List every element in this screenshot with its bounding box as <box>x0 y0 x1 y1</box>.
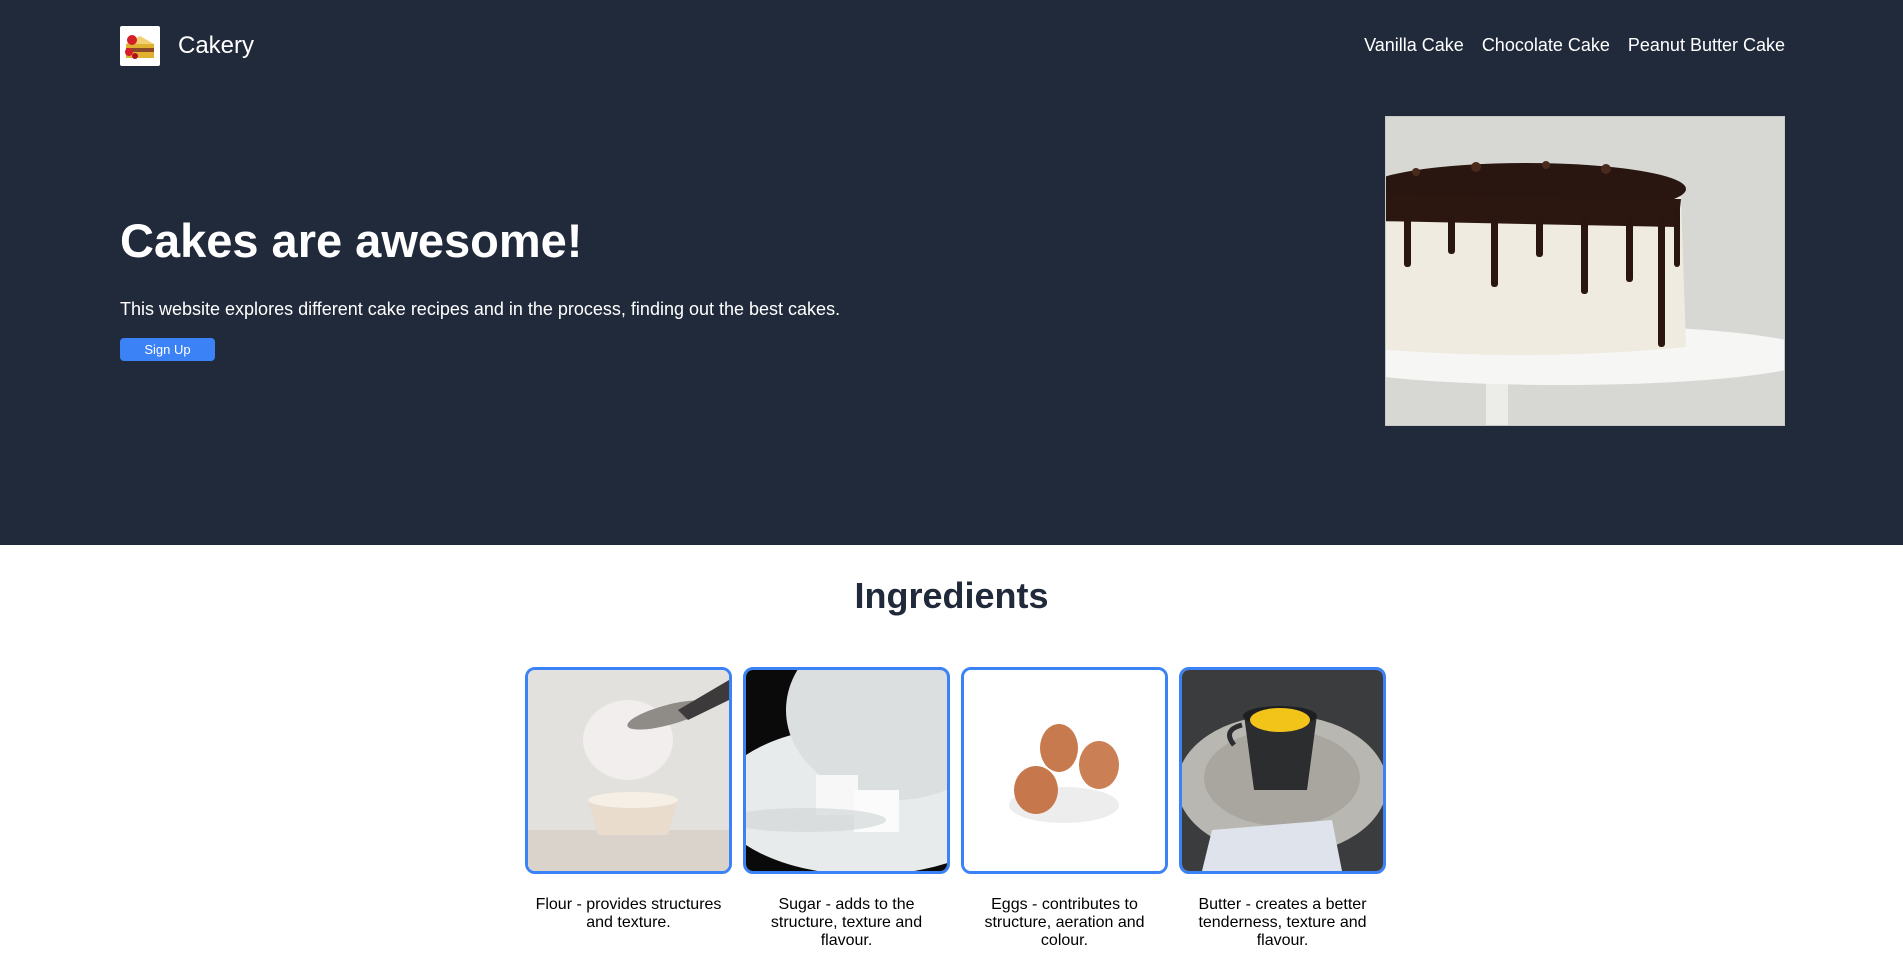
nav-link-chocolate-cake[interactable]: Chocolate Cake <box>1482 35 1610 56</box>
brand-name[interactable]: Cakery <box>178 32 254 60</box>
hero-cake-image <box>1385 116 1785 426</box>
ingredient-caption: Eggs - contributes to structure, aeratio… <box>984 896 1145 949</box>
ingredients-grid: Flour - provides structures and texture.… <box>525 667 1386 950</box>
cake-logo-icon[interactable] <box>120 26 160 66</box>
hero-section: Cakery Vanilla Cake Chocolate Cake Peanu… <box>0 0 1903 545</box>
ingredient-caption: Flour - provides structures and texture. <box>535 896 722 931</box>
sugar-image[interactable] <box>743 667 950 874</box>
ingredient-card-butter: Butter - creates a better tenderness, te… <box>1179 667 1386 950</box>
eggs-image[interactable] <box>961 667 1168 874</box>
butter-image[interactable] <box>1179 667 1386 874</box>
ingredient-card-flour: Flour - provides structures and texture. <box>525 667 732 950</box>
flour-image[interactable] <box>525 667 732 874</box>
nav-link-vanilla-cake[interactable]: Vanilla Cake <box>1364 35 1464 56</box>
ingredients-title: Ingredients <box>854 575 1049 616</box>
signup-button[interactable]: Sign Up <box>120 338 215 361</box>
ingredient-caption: Sugar - adds to the structure, texture a… <box>770 896 923 949</box>
ingredient-card-eggs: Eggs - contributes to structure, aeratio… <box>961 667 1168 950</box>
nav-link-peanut-butter-cake[interactable]: Peanut Butter Cake <box>1628 35 1785 56</box>
main-nav: Vanilla Cake Chocolate Cake Peanut Butte… <box>1364 35 1785 56</box>
ingredient-caption: Butter - creates a better tenderness, te… <box>1198 896 1367 949</box>
hero-title: Cakes are awesome! <box>120 214 583 267</box>
ingredient-card-sugar: Sugar - adds to the structure, texture a… <box>743 667 950 950</box>
hero-subtitle: This website explores different cake rec… <box>120 299 841 319</box>
